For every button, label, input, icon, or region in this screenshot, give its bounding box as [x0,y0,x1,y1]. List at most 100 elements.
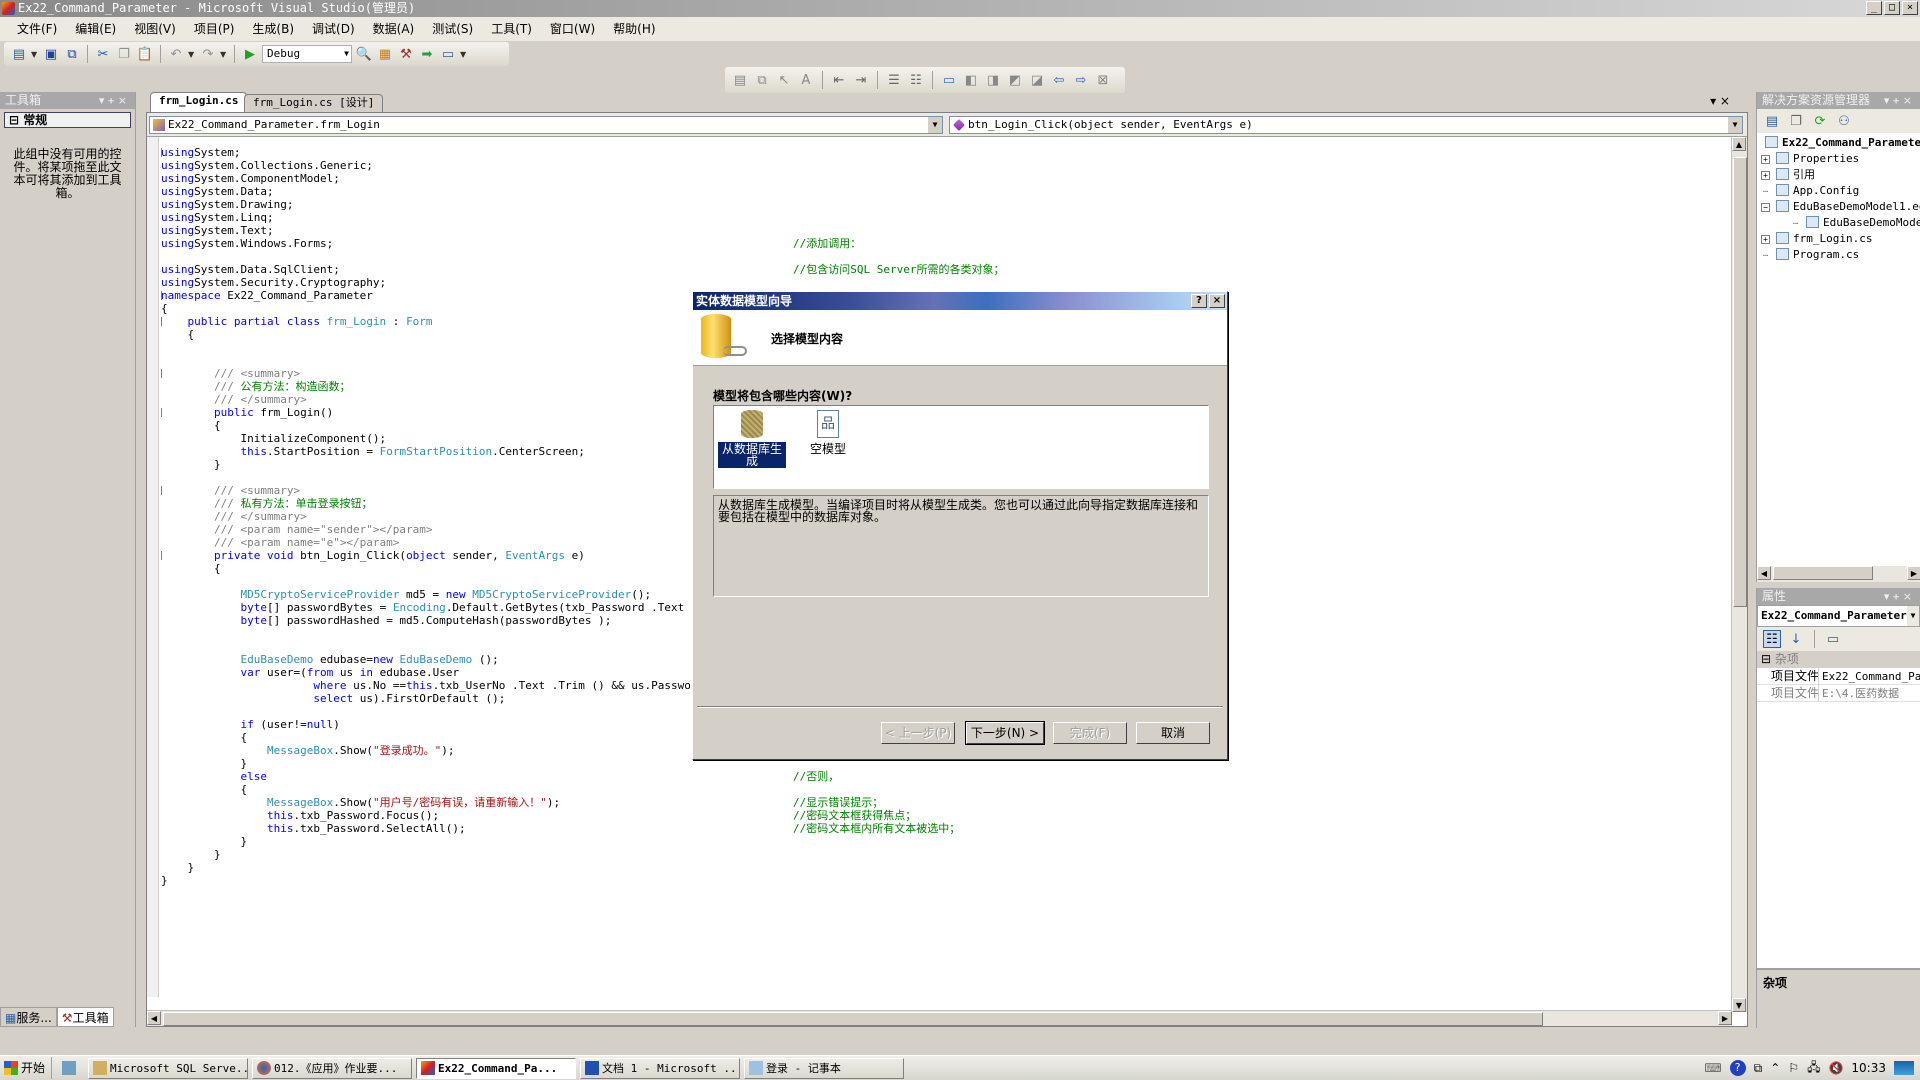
copy-icon[interactable]: ❐ [115,45,133,63]
menu-project[interactable]: 项目(P) [185,17,244,41]
member-dropdown[interactable]: btn_Login_Click(object sender, EventArgs… [949,116,1743,134]
option-generate-from-database[interactable]: 从数据库生成 [718,410,786,468]
chevron-down-icon[interactable]: ▼ [31,50,39,59]
previous-bookmark-icon[interactable]: ◧ [962,71,980,89]
menu-test[interactable]: 测试(S) [423,17,482,41]
help-icon[interactable]: ? [1729,1060,1746,1076]
close-button[interactable]: × [1902,1,1918,15]
restore-button[interactable]: □ [1884,1,1900,15]
option-empty-model[interactable]: 品 空模型 [794,410,862,456]
fold-toggle-icon[interactable]: − [161,369,162,378]
menu-tools[interactable]: 工具(T) [482,17,541,41]
chevron-down-icon[interactable]: ▼ [460,50,468,59]
toolbox-group-general[interactable]: ⊟ 常规 [4,112,131,128]
taskbar-item-notepad[interactable]: 登录 - 记事本 [744,1057,905,1079]
menu-file[interactable]: 文件(F) [8,17,66,41]
scroll-right-icon[interactable]: ▶ [1907,566,1920,580]
decrease-indent-icon[interactable]: ⇤ [830,71,848,89]
menu-help[interactable]: 帮助(H) [604,17,664,41]
new-project-icon[interactable]: ▤ [10,45,28,63]
fold-toggle-icon[interactable]: − [161,291,162,300]
vertical-scrollbar[interactable]: ▲ ▼ [1731,137,1747,1012]
next-bookmark-icon[interactable]: ◨ [984,71,1002,89]
tree-item[interactable]: + frm_Login.cs [1761,231,1916,247]
scroll-thumb[interactable] [1773,566,1873,580]
tree-item[interactable]: ┈EduBaseDemoModel1.Designer.cs [1761,215,1920,231]
next-button[interactable]: 下一步(N) > [965,721,1045,745]
dropdown-icon[interactable]: ▾ [99,94,109,107]
menu-window[interactable]: 窗口(W) [541,17,604,41]
back-button[interactable]: < 上一步(P) [881,722,955,744]
keyboard-icon[interactable]: ⌨ [1704,1061,1721,1075]
show-all-files-icon[interactable]: ❐ [1787,112,1805,130]
menu-debug[interactable]: 调试(D) [303,17,364,41]
horizontal-scrollbar[interactable]: ◀ ▶ [1757,566,1920,582]
dropdown-icon[interactable]: ▾ [1884,590,1894,603]
expand-tray-icon[interactable]: ⌃ [1770,1061,1780,1075]
find-icon[interactable]: 🔍 [355,45,373,63]
flag-icon[interactable]: ⚐ [1788,1061,1799,1075]
command-window-icon[interactable]: ▭ [439,45,457,63]
tree-item[interactable]: ┈ Program.cs [1761,247,1916,263]
tree-item[interactable]: + 引用 [1761,167,1916,183]
tab-server-explorer[interactable]: ▦服务... [0,1007,57,1027]
chevron-down-icon[interactable]: ▼ [928,117,942,133]
previous-bookmark-folder-icon[interactable]: ◩ [1006,71,1024,89]
toggle-bookmark-icon[interactable]: ▭ [940,71,958,89]
parameter-info-icon[interactable]: ⧉ [753,71,771,89]
expand-icon[interactable]: + [1761,235,1770,244]
menu-view[interactable]: 视图(V) [125,17,185,41]
class-dropdown[interactable]: Ex22_Command_Parameter.frm_Login ▼ [149,116,943,134]
scroll-thumb[interactable] [1733,157,1747,607]
quick-info-icon[interactable]: ↖ [775,71,793,89]
solution-config-select[interactable]: Debug [262,45,352,63]
close-document-icon[interactable]: ▾ × [1710,94,1730,108]
menu-edit[interactable]: 编辑(E) [66,17,125,41]
property-pages-icon[interactable]: ▭ [1824,630,1842,648]
fold-toggle-icon[interactable]: − [161,408,162,417]
desktop-icon[interactable] [1894,1061,1914,1075]
categorized-icon[interactable]: ☷ [1763,630,1781,648]
dropdown-icon[interactable]: ▾ [1884,94,1894,107]
toolbox-icon[interactable]: ⚒ [397,45,415,63]
uncomment-icon[interactable]: ☷ [907,71,925,89]
scroll-up-icon[interactable]: ▲ [1732,137,1746,151]
close-icon[interactable]: × [118,94,131,107]
fold-toggle-icon[interactable]: − [161,486,162,495]
menu-data[interactable]: 数据(A) [364,17,424,41]
close-icon[interactable]: × [1903,590,1916,603]
collapse-icon[interactable]: ⊟ [1761,651,1775,668]
taskbar-item-word[interactable]: 文档 1 - Microsoft ... [580,1057,741,1079]
tree-item[interactable]: + Properties [1761,151,1916,167]
tree-item[interactable]: ┈ App.Config [1761,183,1916,199]
taskbar-item-firefox[interactable]: 012.《应用》作业要... [252,1057,413,1079]
scroll-left-icon[interactable]: ◀ [1757,566,1771,580]
chevron-down-icon[interactable]: ▼ [1907,606,1919,626]
property-row[interactable]: 项目文件Ex22_Command_Parameter.csproj [1757,668,1920,685]
pin-icon[interactable]: ᚐ [108,94,117,107]
tab-frm-login-design[interactable]: frm_Login.cs [设计] [244,94,384,112]
tab-frm-login-code[interactable]: frm_Login.cs [150,92,248,112]
taskbar-item-visual-studio[interactable]: Ex22_Command_Pa... [416,1057,577,1079]
network-icon[interactable]: 🖧 [1807,1058,1820,1079]
properties-icon[interactable]: ▤ [1763,112,1781,130]
undo-icon[interactable]: ↶ [167,45,185,63]
menu-build[interactable]: 生成(B) [243,17,303,41]
chevron-down-icon[interactable]: ▼ [188,50,196,59]
expand-icon[interactable]: + [1761,155,1770,164]
tree-item[interactable]: −EduBaseDemoModel1.edmx [1761,199,1920,215]
clear-bookmarks-icon[interactable]: ⊠ [1094,71,1112,89]
save-icon[interactable]: ▣ [42,45,60,63]
clock[interactable]: 10:33 [1851,1061,1886,1075]
horizontal-scrollbar[interactable]: ◀ ▶ [147,1010,1732,1026]
properties-icon[interactable]: ▦ [376,45,394,63]
scroll-thumb[interactable] [163,1012,1543,1026]
next-bookmark-document-icon[interactable]: ⇨ [1072,71,1090,89]
paste-icon[interactable]: 📋 [136,45,154,63]
collapse-icon[interactable]: ⊟ [9,113,23,127]
start-button[interactable]: 开始 [0,1057,53,1079]
show-desktop-icon[interactable] [62,1061,77,1075]
finish-button[interactable]: 完成(F) [1053,722,1127,744]
taskbar-item-sql-server[interactable]: Microsoft SQL Serve... [88,1057,249,1079]
cancel-button[interactable]: 取消 [1136,722,1210,744]
